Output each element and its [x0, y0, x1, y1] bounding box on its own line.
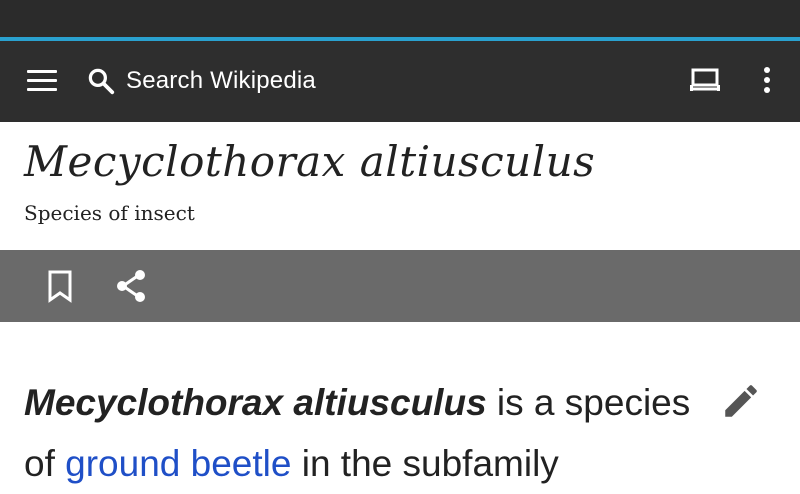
search-bar[interactable]: Search Wikipedia [86, 61, 486, 101]
bookmark-icon[interactable] [44, 268, 76, 304]
search-icon [88, 68, 115, 95]
article-bold-term: Mecyclothorax altiusculus [24, 382, 487, 423]
article-action-bar [0, 250, 800, 322]
overflow-menu-icon[interactable] [756, 65, 778, 97]
edit-pencil-icon[interactable] [720, 380, 762, 422]
search-placeholder: Search Wikipedia [126, 67, 316, 94]
share-icon[interactable] [114, 268, 150, 304]
tabs-icon[interactable] [688, 67, 722, 95]
lead-text-2: in the subfamily [291, 443, 559, 484]
article-content: Mecyclothorax altiusculus is a species o… [0, 322, 800, 484]
article-header: Mecyclothorax altiusculus Species of ins… [0, 122, 800, 250]
page-description: Species of insect [24, 201, 195, 225]
top-toolbar: Search Wikipedia [0, 41, 800, 122]
ground-beetle-link[interactable]: ground beetle [65, 443, 291, 484]
menu-icon[interactable] [27, 69, 57, 93]
status-bar [0, 0, 800, 37]
page-title: Mecyclothorax altiusculus [24, 137, 596, 186]
lead-paragraph: Mecyclothorax altiusculus is a species o… [24, 372, 714, 494]
